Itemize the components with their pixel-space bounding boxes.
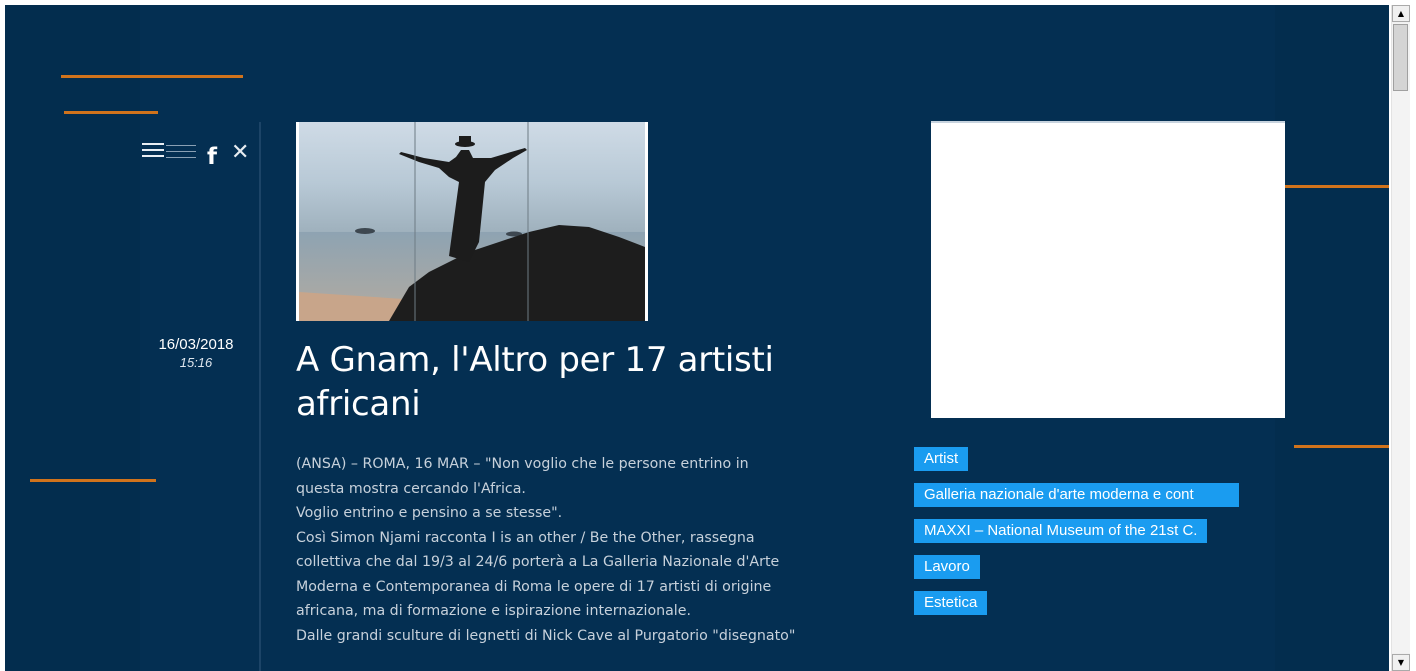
scroll-down-arrow-icon[interactable]: ▼	[1392, 654, 1410, 671]
page-stage: f ✕ 16/03/2018 15:16 A Gnam, l'Altro per…	[5, 5, 1389, 671]
tag-estetica[interactable]: Estetica	[914, 591, 988, 615]
article-line: Voglio entrino e pensino a se stesse".	[296, 505, 563, 521]
decorative-line	[1294, 445, 1389, 448]
decorative-line	[61, 75, 243, 78]
tag-lavoro[interactable]: Lavoro	[914, 555, 980, 579]
scrollbar-thumb[interactable]	[1393, 24, 1408, 91]
facebook-icon[interactable]: f	[207, 144, 217, 170]
x-icon[interactable]: ✕	[231, 142, 249, 164]
tag-maxxi[interactable]: MAXXI – National Museum of the 21st C.	[914, 519, 1208, 543]
tag-artist[interactable]: Artist	[914, 447, 969, 471]
scrollbar-track[interactable]	[1392, 23, 1410, 653]
article-line: collettiva che dal 19/3 al 24/6 porterà …	[296, 554, 780, 570]
decorative-line	[64, 111, 158, 114]
article-line: (ANSA) – ROMA, 16 MAR – "Non voglio che …	[296, 456, 749, 472]
scroll-up-arrow-icon[interactable]: ▲	[1392, 5, 1410, 22]
article-time: 15:16	[179, 355, 213, 370]
article-line: Così Simon Njami racconta I is an other …	[296, 529, 755, 546]
tag-galleria-nazionale[interactable]: Galleria nazionale d'arte moderna e cont	[914, 483, 1239, 507]
article-hero-image[interactable]	[296, 122, 648, 321]
column-divider	[259, 122, 261, 671]
hamburger-icon[interactable]	[142, 143, 198, 161]
article-line: questa mostra cercando l'Africa.	[296, 480, 526, 497]
vertical-scrollbar[interactable]: ▲ ▼	[1391, 5, 1410, 671]
article-body: (ANSA) – ROMA, 16 MAR – "Non voglio che …	[296, 452, 886, 648]
article-date: 16/03/2018	[158, 336, 234, 353]
decorative-line	[30, 479, 156, 482]
article-line: africana, ma di formazione e ispirazione…	[296, 603, 691, 619]
article-line: Moderna e Contemporanea di Roma le opere…	[296, 578, 772, 595]
article-title: A Gnam, l'Altro per 17 artisti africani	[296, 340, 774, 424]
advertisement-box[interactable]	[931, 121, 1285, 418]
article-line: Dalle grandi sculture di legnetti di Nic…	[296, 627, 796, 644]
